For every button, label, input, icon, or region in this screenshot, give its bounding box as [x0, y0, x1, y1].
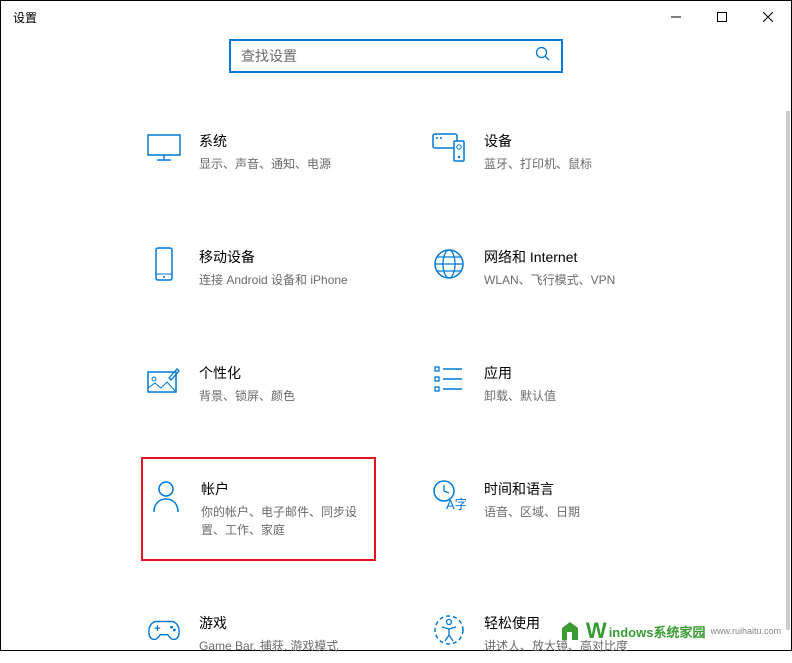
category-devices[interactable]: 设备 蓝牙、打印机、鼠标	[426, 123, 661, 181]
system-icon	[147, 131, 181, 165]
accounts-icon	[149, 479, 183, 513]
watermark-text1: indows系统家园	[609, 622, 706, 641]
category-network[interactable]: 网络和 Internet WLAN、飞行模式、VPN	[426, 239, 661, 297]
category-text: 移动设备 连接 Android 设备和 iPhone	[199, 247, 370, 289]
category-title: 设备	[484, 131, 655, 151]
category-title: 帐户	[201, 479, 368, 499]
close-icon	[763, 12, 773, 22]
time-language-icon: A字	[432, 479, 466, 513]
maximize-icon	[717, 12, 727, 22]
category-text: 帐户 你的帐户、电子邮件、同步设置、工作、家庭	[201, 479, 368, 539]
search-icon	[535, 46, 551, 67]
search-input[interactable]	[241, 48, 535, 64]
personalization-icon	[147, 363, 181, 397]
category-time[interactable]: A字 时间和语言 语音、区域、日期	[426, 471, 661, 547]
category-text: 游戏 Game Bar, 捕获, 游戏模式	[199, 613, 370, 655]
category-text: 网络和 Internet WLAN、飞行模式、VPN	[484, 247, 655, 289]
category-title: 移动设备	[199, 247, 370, 267]
gaming-icon	[147, 613, 181, 647]
category-title: 系统	[199, 131, 370, 151]
category-desc: WLAN、飞行模式、VPN	[484, 271, 655, 289]
apps-icon	[432, 363, 466, 397]
category-accounts[interactable]: 帐户 你的帐户、电子邮件、同步设置、工作、家庭	[141, 457, 376, 561]
category-apps[interactable]: 应用 卸载、默认值	[426, 355, 661, 413]
category-text: 应用 卸载、默认值	[484, 363, 655, 405]
window-controls	[653, 1, 791, 33]
devices-icon	[432, 131, 466, 165]
category-desc: 你的帐户、电子邮件、同步设置、工作、家庭	[201, 503, 368, 539]
category-desc: 卸载、默认值	[484, 387, 655, 405]
category-text: 系统 显示、声音、通知、电源	[199, 131, 370, 173]
category-text: 个性化 背景、锁屏、颜色	[199, 363, 370, 405]
svg-text:A字: A字	[446, 497, 466, 512]
watermark-w: W	[586, 618, 607, 644]
search-container	[1, 39, 791, 73]
category-desc: 语音、区域、日期	[484, 503, 655, 521]
categories-grid: 系统 显示、声音、通知、电源 设备 蓝牙、打印机、鼠标 移动设备 连接 Andr…	[1, 73, 791, 663]
category-desc: 背景、锁屏、颜色	[199, 387, 370, 405]
category-system[interactable]: 系统 显示、声音、通知、电源	[141, 123, 376, 181]
category-title: 网络和 Internet	[484, 247, 655, 267]
phone-icon	[147, 247, 181, 281]
close-button[interactable]	[745, 1, 791, 33]
window-title: 设置	[13, 9, 37, 26]
scrollbar[interactable]	[786, 111, 790, 630]
watermark: W indows系统家园 www.ruihaitu.com	[560, 618, 781, 644]
minimize-icon	[671, 12, 681, 22]
category-title: 个性化	[199, 363, 370, 383]
category-desc: Game Bar, 捕获, 游戏模式	[199, 637, 370, 655]
category-personalization[interactable]: 个性化 背景、锁屏、颜色	[141, 355, 376, 413]
category-desc: 显示、声音、通知、电源	[199, 155, 370, 173]
category-title: 时间和语言	[484, 479, 655, 499]
category-phone[interactable]: 移动设备 连接 Android 设备和 iPhone	[141, 239, 376, 297]
watermark-text2: www.ruihaitu.com	[710, 626, 781, 636]
category-desc: 连接 Android 设备和 iPhone	[199, 271, 370, 289]
category-gaming[interactable]: 游戏 Game Bar, 捕获, 游戏模式	[141, 605, 376, 663]
category-text: 设备 蓝牙、打印机、鼠标	[484, 131, 655, 173]
category-desc: 蓝牙、打印机、鼠标	[484, 155, 655, 173]
category-text: 时间和语言 语音、区域、日期	[484, 479, 655, 521]
maximize-button[interactable]	[699, 1, 745, 33]
watermark-logo-icon	[560, 620, 584, 642]
category-title: 应用	[484, 363, 655, 383]
search-box[interactable]	[229, 39, 563, 73]
minimize-button[interactable]	[653, 1, 699, 33]
ease-of-access-icon	[432, 613, 466, 647]
network-icon	[432, 247, 466, 281]
category-title: 游戏	[199, 613, 370, 633]
